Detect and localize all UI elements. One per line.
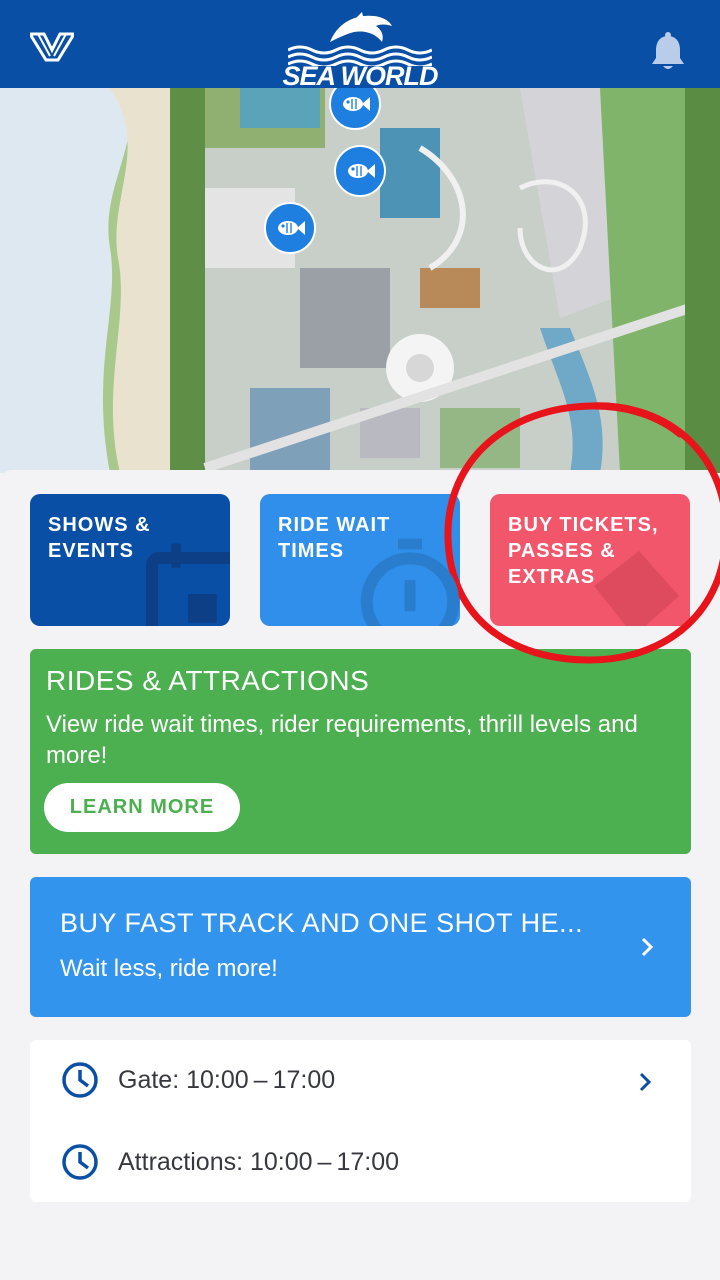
app-header: SEA WORLD [0, 0, 720, 90]
bell-icon[interactable] [650, 32, 686, 72]
chevron-right-icon[interactable] [639, 935, 655, 959]
village-logo-icon[interactable] [30, 30, 74, 62]
clock-icon [62, 1062, 98, 1098]
buy-tickets-label: BUY TICKETS, PASSES & EXTRAS [508, 514, 659, 588]
gate-hours-text: Gate: 10:00 – 17:00 [118, 1065, 336, 1094]
park-map[interactable] [0, 88, 720, 473]
ride-wait-times-label: RIDE WAIT TIMES [278, 514, 391, 562]
opening-hours-card[interactable]: Gate: 10:00 – 17:00 Attractions: 10:00 –… [30, 1040, 691, 1202]
map-marker[interactable] [264, 202, 316, 254]
attractions-hours-row: Attractions: 10:00 – 17:00 [60, 1142, 399, 1182]
clock-icon [62, 1144, 98, 1180]
buy-tickets-tile[interactable]: BUY TICKETS, PASSES & EXTRAS [490, 494, 690, 626]
attractions-hours-text: Attractions: 10:00 – 17:00 [118, 1147, 400, 1176]
gate-hours-row: Gate: 10:00 – 17:00 [60, 1060, 335, 1100]
shows-events-label: SHOWS & EVENTS [48, 514, 151, 562]
fast-track-title: BUY FAST TRACK AND ONE SHOT HE... [60, 908, 584, 938]
fish-icon [278, 221, 305, 235]
fish-icon [343, 97, 370, 111]
ride-wait-times-tile[interactable]: RIDE WAIT TIMES [260, 494, 460, 626]
rides-description: View ride wait times, rider requirements… [46, 711, 638, 769]
home-sheet: SHOWS & EVENTS RIDE WAIT TIMES BUY TICKE… [0, 470, 720, 1280]
learn-more-button[interactable]: LEARN MORE [44, 783, 240, 832]
rides-title: RIDES & ATTRACTIONS [46, 665, 370, 696]
map-marker[interactable] [334, 145, 386, 197]
chevron-right-icon[interactable] [637, 1070, 653, 1094]
fast-track-subtitle: Wait less, ride more! [60, 955, 278, 982]
brand-text: SEA WORLD [282, 61, 439, 91]
shows-events-tile[interactable]: SHOWS & EVENTS [30, 494, 230, 626]
orca-logo-icon [330, 12, 392, 42]
sea-world-logo: SEA WORLD [280, 12, 440, 90]
rides-attractions-card[interactable]: RIDES & ATTRACTIONS View ride wait times… [30, 649, 691, 854]
fish-icon [348, 164, 375, 178]
fast-track-card[interactable]: BUY FAST TRACK AND ONE SHOT HE... Wait l… [30, 877, 691, 1017]
